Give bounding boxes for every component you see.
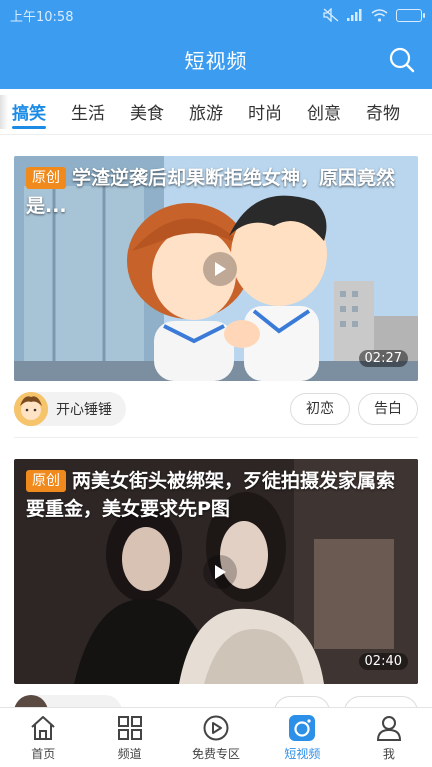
video-thumbnail[interactable]: 原创 两美女街头被绑架，歹徒拍摄发家属索要重金，美女要求先P图 02:40 — [14, 459, 418, 684]
tabs-scroll-shadow — [0, 95, 8, 129]
tab-fashion[interactable]: 时尚 — [248, 89, 282, 135]
nav-channels[interactable]: 频道 — [86, 708, 172, 767]
play-icon[interactable] — [203, 555, 237, 589]
author-name: 开心锤锤 — [56, 402, 112, 418]
nav-free-zone[interactable]: 免费专区 — [173, 708, 259, 767]
video-duration: 02:40 — [358, 653, 408, 670]
tag-chip[interactable]: 初恋 — [290, 393, 350, 425]
author-chip[interactable] — [14, 695, 122, 707]
nav-home[interactable]: 首页 — [0, 708, 86, 767]
status-time: 上午10:58 — [10, 9, 74, 25]
tab-funny[interactable]: 搞笑 — [12, 89, 46, 135]
original-badge: 原创 — [26, 167, 66, 189]
author-chip[interactable]: 开心锤锤 — [14, 392, 126, 426]
avatar — [14, 695, 48, 707]
play-circle-icon — [203, 715, 229, 740]
person-icon — [376, 715, 401, 741]
tab-creative[interactable]: 创意 — [307, 89, 341, 135]
app-header: 上午10:58 短视频 — [0, 0, 432, 89]
tab-life[interactable]: 生活 — [71, 89, 105, 135]
tab-curiosities[interactable]: 奇物 — [366, 89, 400, 135]
video-duration: 02:27 — [358, 350, 408, 367]
video-card[interactable]: 原创 学渣逆袭后却果断拒绝女神，原因竟然是... 02:27 开心锤锤 初恋 告白 — [14, 156, 418, 438]
nav-label: 短视频 — [284, 746, 321, 761]
play-icon[interactable] — [203, 252, 237, 286]
status-bar: 上午10:58 — [0, 0, 432, 30]
battery-icon — [396, 8, 425, 22]
video-title-text: 两美女街头被绑架，歹徒拍摄发家属索要重金，美女要求先P图 — [26, 470, 396, 520]
wifi-icon — [371, 8, 388, 22]
nav-label: 我 — [382, 746, 395, 761]
nav-me[interactable]: 我 — [346, 708, 432, 767]
grid-icon — [117, 715, 142, 740]
video-feed[interactable]: 原创 学渣逆袭后却果断拒绝女神，原因竟然是... 02:27 开心锤锤 初恋 告白 — [0, 136, 432, 707]
nav-label: 首页 — [31, 746, 56, 761]
search-icon[interactable] — [388, 46, 416, 74]
page-title: 短视频 — [184, 49, 248, 73]
tag-chip[interactable]: 告白 — [358, 393, 418, 425]
title-bar: 短视频 — [0, 30, 432, 89]
tag-chip[interactable] — [344, 696, 418, 707]
original-badge: 原创 — [26, 470, 66, 492]
mute-icon — [323, 8, 339, 22]
tag-chip[interactable] — [274, 696, 330, 707]
video-title: 原创 两美女街头被绑架，歹徒拍摄发家属索要重金，美女要求先P图 — [26, 467, 406, 523]
category-tabs: 搞笑 生活 美食 旅游 时尚 创意 奇物 — [0, 89, 432, 135]
video-title-text: 学渣逆袭后却果断拒绝女神，原因竟然是... — [26, 167, 396, 217]
nav-short-video[interactable]: 短视频 — [259, 708, 345, 767]
nav-label: 免费专区 — [192, 746, 241, 761]
video-meta: 开心锤锤 初恋 告白 — [14, 381, 418, 438]
camera-icon — [289, 714, 316, 741]
video-card[interactable]: 原创 两美女街头被绑架，歹徒拍摄发家属索要重金，美女要求先P图 02:40 — [14, 459, 418, 707]
tab-travel[interactable]: 旅游 — [189, 89, 223, 135]
avatar — [14, 392, 48, 426]
video-title: 原创 学渣逆袭后却果断拒绝女神，原因竟然是... — [26, 164, 406, 220]
home-icon — [31, 715, 55, 740]
video-thumbnail[interactable]: 原创 学渣逆袭后却果断拒绝女神，原因竟然是... 02:27 — [14, 156, 418, 381]
status-icons — [323, 8, 425, 22]
video-meta — [14, 684, 418, 707]
bottom-navigation: 首页 频道 免费专区 短视频 我 — [0, 707, 432, 767]
signal-icon — [347, 9, 362, 21]
nav-label: 频道 — [117, 746, 142, 761]
tab-food[interactable]: 美食 — [130, 89, 164, 135]
